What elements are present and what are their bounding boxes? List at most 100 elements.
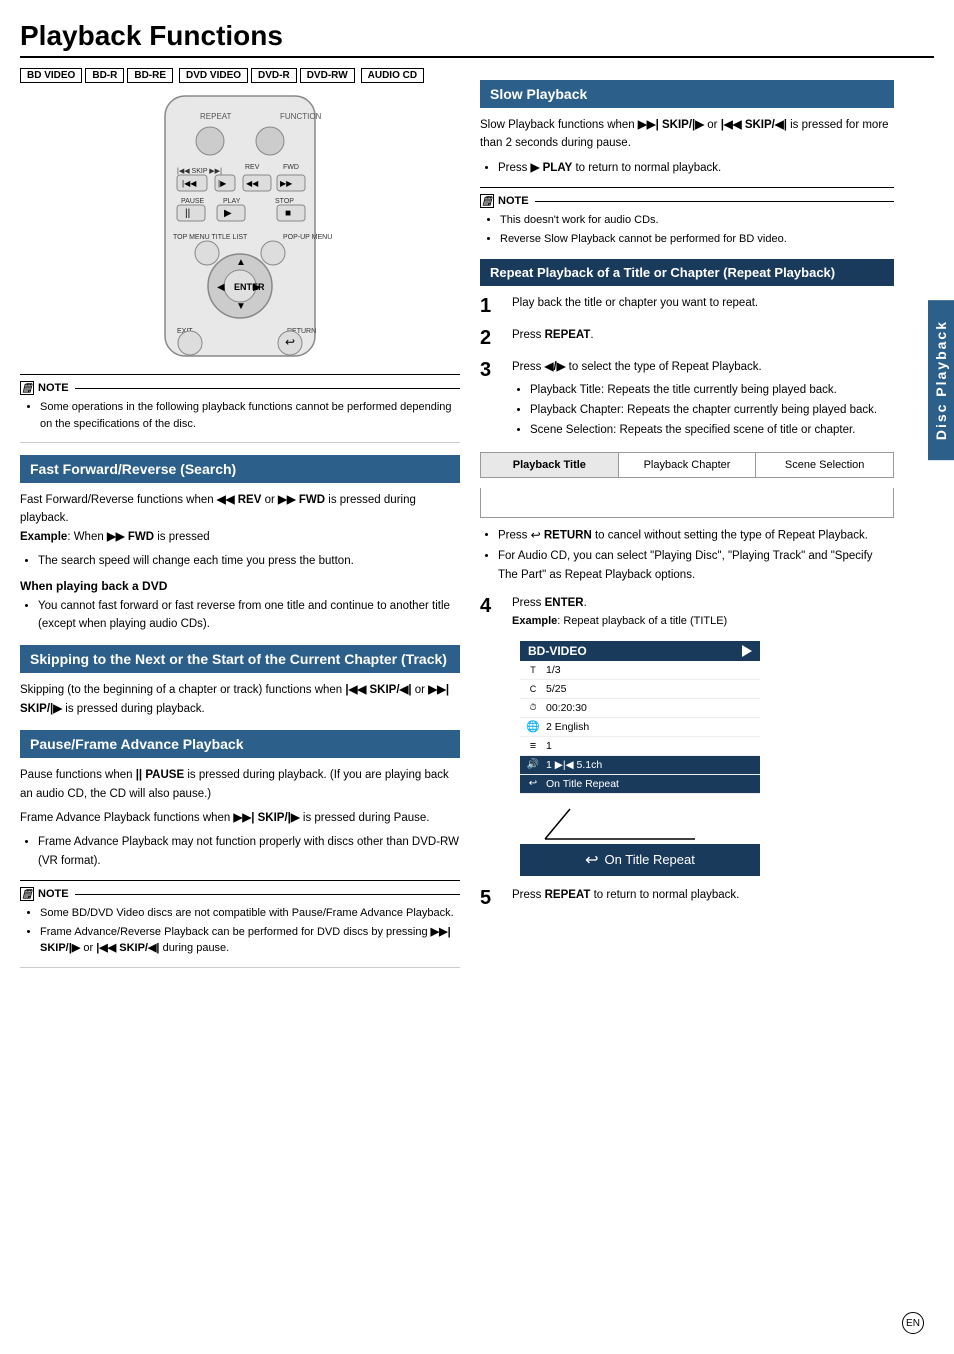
slow-playback-bullet-1: Press ▶ PLAY to return to normal playbac…	[498, 159, 894, 177]
pause-note-label: NOTE	[38, 888, 69, 900]
repeat-steps: 1 Play back the title or chapter you wan…	[480, 294, 894, 442]
pause-body2: Frame Advance Playback functions when ▶▶…	[20, 809, 460, 827]
badge-bd-r: BD-R	[85, 68, 124, 83]
remote-image: REPEAT FUNCTION |◀◀ SKIP ▶▶| REV FWD |◀◀…	[135, 91, 345, 364]
fast-forward-header: Fast Forward/Reverse (Search)	[20, 455, 460, 483]
svg-text:|◀◀ SKIP ▶▶|: |◀◀ SKIP ▶▶|	[177, 168, 222, 175]
pause-note-item-1: Some BD/DVD Video discs are not compatib…	[40, 905, 460, 922]
pause-bullets: Frame Advance Playback may not function …	[20, 833, 460, 870]
svg-text:◀: ◀	[217, 282, 225, 293]
repeat-audio-cd-note: For Audio CD, you can select "Playing Di…	[498, 547, 894, 584]
svg-text:||: ||	[185, 208, 190, 219]
bd-header: BD-VIDEO	[520, 641, 760, 661]
fast-forward-bullet-1: The search speed will change each time y…	[38, 552, 460, 570]
note-icon: 🗒	[20, 381, 34, 395]
svg-text:▼: ▼	[236, 301, 246, 312]
step-1-num: 1	[480, 294, 504, 318]
step-1-content: Play back the title or chapter you want …	[512, 294, 894, 312]
format-badges: BD VIDEO BD-R BD-RE DVD VIDEO DVD-R DVD-…	[20, 68, 460, 83]
step-5-content: Press REPEAT to return to normal playbac…	[512, 886, 894, 904]
bd-play-icon	[742, 645, 752, 657]
slow-playback-bullets: Press ▶ PLAY to return to normal playbac…	[480, 159, 894, 177]
slow-note-list: This doesn't work for audio CDs. Reverse…	[480, 212, 894, 247]
note-main-item: Some operations in the following playbac…	[40, 399, 460, 432]
badge-dvd-r: DVD-R	[251, 68, 297, 83]
step-5-num: 5	[480, 886, 504, 910]
step-4: 4 Press ENTER. Example: Repeat playback …	[480, 594, 894, 631]
svg-text:FUNCTION: FUNCTION	[280, 112, 322, 121]
bd-lang-icon: 🌐	[526, 720, 540, 734]
step-2-content: Press REPEAT.	[512, 326, 894, 344]
step-4-content: Press ENTER. Example: Repeat playback of…	[512, 594, 894, 631]
slow-playback-note: 🗒 NOTE This doesn't work for audio CDs. …	[480, 187, 894, 247]
svg-text:REV: REV	[245, 164, 260, 171]
bd-chapter-value: 5/25	[546, 683, 566, 695]
bd-row-repeat: ↩ On Title Repeat	[520, 775, 760, 794]
slow-playback-header: Slow Playback	[480, 80, 894, 108]
step-5: 5 Press REPEAT to return to normal playb…	[480, 886, 894, 910]
svg-text:■: ■	[285, 208, 291, 219]
svg-text:STOP: STOP	[275, 198, 294, 205]
badge-bd-re: BD-RE	[127, 68, 173, 83]
pause-header: Pause/Frame Advance Playback	[20, 730, 460, 758]
note-main: 🗒 NOTE Some operations in the following …	[20, 374, 460, 432]
step-3-bullet-3: Scene Selection: Repeats the specified s…	[530, 421, 894, 439]
bd-row-sub: ≡ 1	[520, 737, 760, 756]
on-title-repeat-text: On Title Repeat	[605, 852, 695, 867]
note-main-list: Some operations in the following playbac…	[20, 399, 460, 432]
svg-text:TOP MENU TITLE LIST: TOP MENU TITLE LIST	[173, 234, 248, 241]
fast-forward-bullets: The search speed will change each time y…	[20, 552, 460, 570]
diagram-connector	[540, 804, 894, 844]
dvd-header: When playing back a DVD	[20, 579, 460, 593]
repeat-playback-header: Repeat Playback of a Title or Chapter (R…	[480, 259, 894, 286]
on-title-repeat-banner: ↩ On Title Repeat	[520, 844, 760, 876]
step-3: 3 Press ◀/▶ to select the type of Repeat…	[480, 358, 894, 442]
pause-note-list: Some BD/DVD Video discs are not compatib…	[20, 905, 460, 957]
bd-time-icon: ⏱	[526, 701, 540, 715]
bd-repeat-icon: ↩	[526, 777, 540, 791]
svg-text:|◀◀: |◀◀	[182, 179, 197, 188]
svg-text:PLAY: PLAY	[223, 198, 241, 205]
badge-audio-cd: AUDIO CD	[361, 68, 424, 83]
svg-text:REPEAT: REPEAT	[200, 112, 232, 121]
dvd-bullet-1: You cannot fast forward or fast reverse …	[38, 597, 460, 634]
badge-dvd-video: DVD VIDEO	[179, 68, 248, 83]
step-2: 2 Press REPEAT.	[480, 326, 894, 350]
playback-selector[interactable]: Playback Title Playback Chapter Scene Se…	[480, 452, 894, 478]
side-label: Disc Playback	[928, 300, 954, 460]
slow-note-item-1: This doesn't work for audio CDs.	[500, 212, 894, 229]
svg-text:FWD: FWD	[283, 164, 299, 171]
bd-audio-icon: 🔊	[526, 758, 540, 772]
bd-title-icon: T	[526, 663, 540, 677]
step-3-bullet-1: Playback Title: Repeats the title curren…	[530, 381, 894, 399]
page-number: EN	[902, 1312, 924, 1334]
step-1: 1 Play back the title or chapter you wan…	[480, 294, 894, 318]
step-4-num: 4	[480, 594, 504, 618]
pause-note: 🗒 NOTE Some BD/DVD Video discs are not c…	[20, 880, 460, 957]
svg-text:▶: ▶	[253, 282, 261, 293]
bd-audio-value: 1 ▶|◀ 5.1ch	[546, 759, 602, 771]
pause-note-item-2: Frame Advance/Reverse Playback can be pe…	[40, 924, 460, 957]
slow-note-item-2: Reverse Slow Playback cannot be performe…	[500, 231, 894, 248]
pause-body1: Pause functions when || PAUSE is pressed…	[20, 766, 460, 803]
selector-empty-row	[480, 488, 894, 518]
step-2-num: 2	[480, 326, 504, 350]
on-title-repeat-icon: ↩	[585, 850, 598, 870]
selector-playback-chapter[interactable]: Playback Chapter	[619, 453, 757, 477]
bd-row-time: ⏱ 00:20:30	[520, 699, 760, 718]
svg-text:◀◀: ◀◀	[246, 179, 259, 188]
skipping-header: Skipping to the Next or the Start of the…	[20, 645, 460, 673]
svg-text:▲: ▲	[236, 257, 246, 268]
bd-repeat-value: On Title Repeat	[546, 778, 619, 790]
bd-row-lang: 🌐 2 English	[520, 718, 760, 737]
bd-time-value: 00:20:30	[546, 702, 587, 714]
skipping-body: Skipping (to the beginning of a chapter …	[20, 681, 460, 718]
selector-scene-selection[interactable]: Scene Selection	[756, 453, 893, 477]
svg-text:▶▶: ▶▶	[280, 179, 293, 188]
repeat-notes: Press RETURN to cancel without setting t…	[480, 526, 894, 584]
slow-playback-body: Slow Playback functions when ▶▶| SKIP/|▶…	[480, 116, 894, 153]
selector-playback-title[interactable]: Playback Title	[481, 453, 619, 477]
bd-row-chapter: C 5/25	[520, 680, 760, 699]
bd-chapter-icon: C	[526, 682, 540, 696]
badge-bd-video: BD VIDEO	[20, 68, 82, 83]
